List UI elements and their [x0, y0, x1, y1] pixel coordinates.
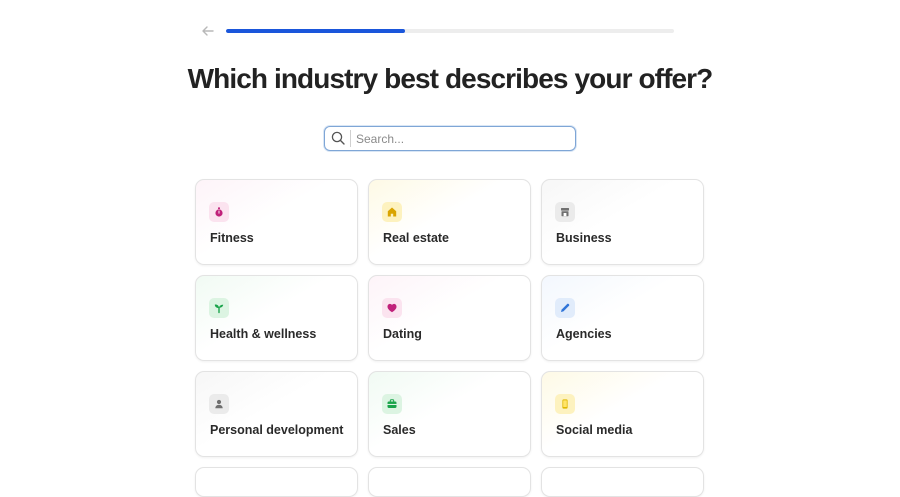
industry-grid: Fitness Real estate Business Health & we…: [195, 179, 705, 497]
industry-label: Social media: [556, 423, 633, 437]
sprout-icon: [209, 298, 229, 318]
industry-label: Fitness: [210, 231, 254, 245]
industry-card[interactable]: [195, 467, 358, 497]
search-divider: [350, 130, 351, 147]
industry-card-real-estate[interactable]: Real estate: [368, 179, 531, 265]
briefcase-icon: [382, 394, 402, 414]
industry-label: Sales: [383, 423, 416, 437]
search-icon: [331, 131, 345, 145]
store-icon: [555, 202, 575, 222]
industry-card[interactable]: [368, 467, 531, 497]
industry-label: Dating: [383, 327, 422, 341]
page-title: Which industry best describes your offer…: [187, 63, 714, 94]
progress-bar: [226, 29, 674, 33]
industry-label: Personal development: [210, 423, 344, 437]
industry-label: Real estate: [383, 231, 450, 245]
search-box[interactable]: [324, 126, 576, 151]
heart-icon: [382, 298, 402, 318]
industry-card-personal-development[interactable]: Personal development: [195, 371, 358, 457]
phone-icon: [555, 394, 575, 414]
person-icon: [209, 394, 229, 414]
industry-card[interactable]: [541, 467, 704, 497]
arrow-left-icon: [202, 26, 214, 36]
industry-card-sales[interactable]: Sales: [368, 371, 531, 457]
stopwatch-icon: [209, 202, 229, 222]
pencil-icon: [555, 298, 575, 318]
industry-label: Health & wellness: [210, 327, 317, 341]
industry-card-business[interactable]: Business: [541, 179, 704, 265]
house-icon: [382, 202, 402, 222]
search-input[interactable]: [356, 128, 566, 149]
industry-card-social-media[interactable]: Social media: [541, 371, 704, 457]
industry-card-dating[interactable]: Dating: [368, 275, 531, 361]
industry-card-fitness[interactable]: Fitness: [195, 179, 358, 265]
progress-fill: [226, 29, 406, 33]
industry-card-health-wellness[interactable]: Health & wellness: [195, 275, 358, 361]
industry-label: Agencies: [556, 327, 612, 341]
industry-label: Business: [556, 231, 612, 245]
back-button[interactable]: [199, 23, 217, 39]
industry-card-agencies[interactable]: Agencies: [541, 275, 704, 361]
